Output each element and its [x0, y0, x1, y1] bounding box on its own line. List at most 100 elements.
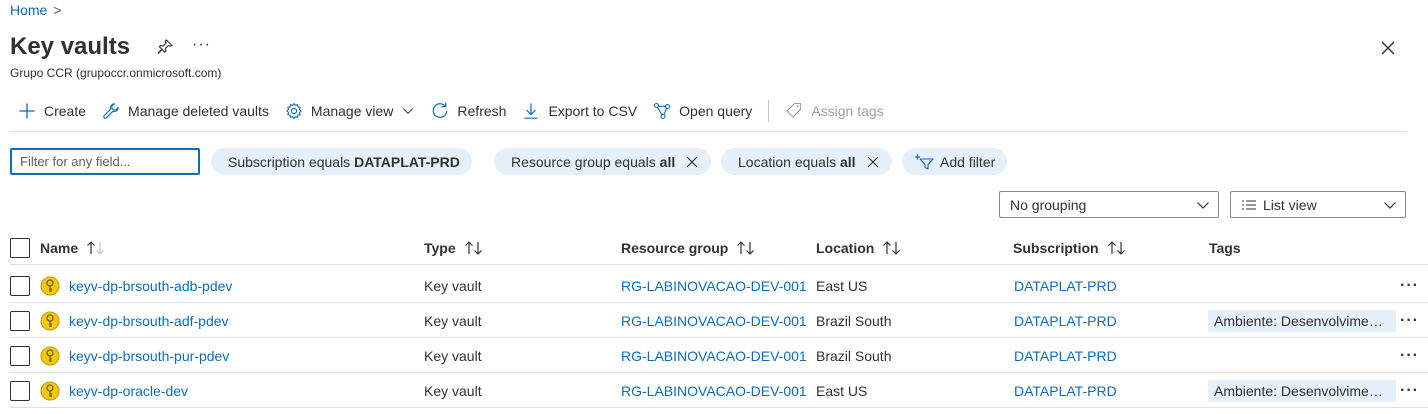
column-header-resource-group-label: Resource group — [621, 239, 729, 256]
filter-pill-subscription[interactable]: Subscription equals DATAPLAT-PRD — [211, 148, 472, 175]
row-checkbox[interactable] — [10, 345, 30, 366]
subscription-link[interactable]: DATAPLAT-PRD — [1014, 373, 1117, 408]
row-select-cell — [10, 373, 30, 408]
row-more-options-icon[interactable]: ··· — [1400, 338, 1419, 373]
manage-view-label: Manage view — [310, 103, 394, 119]
command-bar: Create Manage deleted vaults Manage view… — [10, 98, 892, 124]
chevron-down-icon — [1197, 201, 1209, 209]
open-query-label: Open query — [679, 103, 753, 119]
column-header-type-label: Type — [424, 239, 456, 256]
column-header-subscription[interactable]: Subscription — [1013, 230, 1127, 265]
chevron-down-icon — [1384, 201, 1396, 209]
manage-view-button[interactable]: Manage view — [277, 98, 424, 124]
sort-icon — [737, 240, 755, 255]
column-header-tags-label: Tags — [1209, 239, 1241, 256]
grouping-dropdown[interactable]: No grouping — [999, 191, 1219, 218]
table-row[interactable]: keyv-dp-brsouth-adf-pdev Key vault RG-LA… — [10, 303, 1428, 338]
refresh-button[interactable]: Refresh — [423, 98, 514, 124]
resource-group-link[interactable]: RG-LABINOVACAO-DEV-001 — [621, 268, 807, 303]
subscription-link[interactable]: DATAPLAT-PRD — [1014, 268, 1117, 303]
row-checkbox[interactable] — [10, 380, 30, 401]
add-filter-button[interactable]: Add filter — [902, 148, 1008, 175]
tag-chip[interactable]: Ambiente: Desenvolviment... — [1208, 309, 1396, 332]
toolbar-divider — [768, 100, 770, 122]
location-cell: East US — [816, 382, 868, 399]
table-row[interactable]: keyv-dp-oracle-dev Key vault RG-LABINOVA… — [10, 373, 1428, 408]
column-header-name[interactable]: Name — [40, 230, 106, 265]
filter-pill-resource-group[interactable]: Resource group equals all — [494, 148, 712, 175]
name-cell: keyv-dp-brsouth-adf-pdev — [40, 303, 229, 338]
key-vault-name-link[interactable]: keyv-dp-oracle-dev — [69, 383, 188, 399]
key-vault-icon — [40, 381, 60, 400]
gear-icon — [286, 102, 302, 120]
export-to-csv-button[interactable]: Export to CSV — [514, 98, 645, 124]
create-button[interactable]: Create — [10, 98, 94, 124]
column-header-location-label: Location — [816, 239, 875, 256]
key-vault-name-link[interactable]: keyv-dp-brsouth-adb-pdev — [69, 278, 232, 294]
row-more-options-icon[interactable]: ··· — [1400, 303, 1419, 338]
table-header-row: Name Type Resource group Location Subscr… — [10, 230, 1428, 265]
table-row[interactable]: keyv-dp-brsouth-pur-pdev Key vault RG-LA… — [10, 338, 1428, 373]
tag-chip[interactable]: Ambiente: Desenvolviment... — [1208, 379, 1396, 402]
breadcrumb: Home > — [10, 2, 62, 18]
resource-group-filter-value: all — [659, 153, 676, 170]
view-mode-dropdown[interactable]: List view — [1230, 191, 1406, 218]
close-icon[interactable] — [685, 155, 699, 169]
subscription-link[interactable]: DATAPLAT-PRD — [1014, 338, 1117, 373]
select-all-cell — [10, 230, 30, 265]
type-cell: Key vault — [424, 382, 482, 399]
assign-tags-button[interactable]: Assign tags — [777, 98, 891, 124]
row-checkbox[interactable] — [10, 275, 30, 296]
location-filter-text: Location equals all — [738, 154, 856, 170]
column-header-type[interactable]: Type — [424, 230, 484, 265]
tags-cell: Ambiente: Desenvolviment... — [1208, 373, 1396, 408]
column-header-resource-group[interactable]: Resource group — [621, 230, 756, 265]
column-header-name-label: Name — [40, 239, 79, 256]
tag-chip-label: Ambiente: Desenvolviment... — [1214, 382, 1390, 399]
type-cell: Key vault — [424, 312, 482, 329]
resource-group-link[interactable]: RG-LABINOVACAO-DEV-001 — [621, 303, 807, 338]
select-all-checkbox[interactable] — [10, 237, 30, 258]
resource-group-link[interactable]: RG-LABINOVACAO-DEV-001 — [621, 338, 807, 373]
row-more-options-icon[interactable]: ··· — [1400, 268, 1419, 303]
tag-icon — [786, 102, 802, 118]
resource-group-filter-text: Resource group equals all — [511, 154, 675, 170]
manage-deleted-vaults-label: Manage deleted vaults — [128, 103, 269, 119]
row-select-cell — [10, 303, 30, 338]
location-cell: Brazil South — [816, 347, 892, 364]
pin-icon[interactable] — [156, 38, 174, 56]
close-icon[interactable] — [1378, 38, 1398, 58]
sort-icon — [464, 240, 482, 255]
assign-tags-label: Assign tags — [811, 103, 884, 119]
filter-search-input[interactable]: Filter for any field... — [10, 148, 200, 175]
location-filter-prefix: Location equals — [738, 153, 837, 170]
key-vault-icon — [40, 346, 60, 365]
key-vault-name-link[interactable]: keyv-dp-brsouth-pur-pdev — [69, 348, 229, 364]
name-cell: keyv-dp-brsouth-pur-pdev — [40, 338, 229, 373]
breadcrumb-home-link[interactable]: Home — [10, 2, 47, 18]
export-to-csv-label: Export to CSV — [548, 103, 638, 119]
grouping-value: No grouping — [1010, 196, 1087, 213]
query-graph-icon — [654, 102, 671, 120]
row-more-options-icon[interactable]: ··· — [1400, 373, 1419, 408]
column-header-subscription-label: Subscription — [1013, 239, 1099, 256]
subscription-filter-prefix: Subscription equals — [228, 153, 351, 170]
column-header-location[interactable]: Location — [816, 230, 902, 265]
more-options-icon[interactable]: ··· — [192, 36, 211, 54]
directory-subtitle: Grupo CCR (grupoccr.onmicrosoft.com) — [10, 66, 222, 80]
row-checkbox[interactable] — [10, 310, 30, 331]
subscription-link[interactable]: DATAPLAT-PRD — [1014, 303, 1117, 338]
close-icon[interactable] — [866, 155, 880, 169]
tags-cell: Ambiente: Desenvolviment... — [1208, 303, 1396, 338]
location-filter-value: all — [839, 153, 856, 170]
filter-pill-location[interactable]: Location equals all — [721, 148, 892, 175]
page-title: Key vaults — [10, 33, 131, 60]
manage-deleted-vaults-button[interactable]: Manage deleted vaults — [94, 98, 277, 124]
type-cell: Key vault — [424, 277, 482, 294]
key-vault-name-link[interactable]: keyv-dp-brsouth-adf-pdev — [69, 313, 229, 329]
open-query-button[interactable]: Open query — [645, 98, 760, 124]
view-mode-value-wrap: List view — [1241, 197, 1317, 213]
resource-group-link[interactable]: RG-LABINOVACAO-DEV-001 — [621, 373, 807, 408]
table-row[interactable]: keyv-dp-brsouth-adb-pdev Key vault RG-LA… — [10, 268, 1428, 303]
location-cell: East US — [816, 277, 868, 294]
